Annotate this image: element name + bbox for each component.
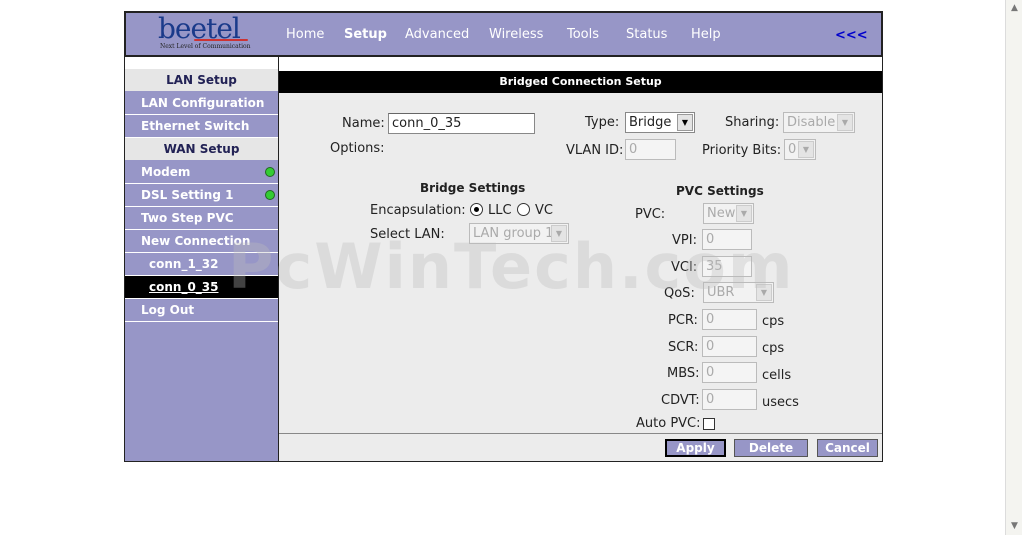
apply-button[interactable]: Apply	[665, 439, 726, 457]
sidebar-item-modem[interactable]: Modem	[125, 161, 278, 184]
scr-input[interactable]: 0	[702, 336, 757, 357]
sidebar-item-dsl-label: DSL Setting 1	[141, 188, 234, 202]
logo-swoosh	[194, 39, 248, 41]
sidebar-item-modem-label: Modem	[141, 165, 191, 179]
mbs-unit: cells	[762, 368, 792, 383]
priority-bits-label: Priority Bits:	[702, 143, 782, 158]
vpi-input[interactable]: 0	[702, 229, 752, 250]
vci-input[interactable]: 35	[702, 256, 752, 277]
pvc-label: PVC:	[635, 207, 666, 222]
sidebar-section-wan-setup: WAN Setup	[125, 138, 278, 161]
button-bar: Apply Delete Cancel	[279, 433, 882, 461]
vlan-id-input[interactable]: 0	[625, 139, 676, 160]
pcr-unit: cps	[762, 314, 785, 329]
sidebar-section-lan-setup: LAN Setup	[125, 69, 278, 92]
vlan-id-label: VLAN ID:	[566, 143, 624, 158]
main-panel: Bridged Connection Setup Name: conn_0_35…	[279, 57, 883, 462]
sidebar-item-conn-1-32[interactable]: conn_1_32	[125, 253, 278, 276]
options-label: Options:	[330, 141, 385, 156]
encap-vc-label: VC	[535, 203, 553, 218]
scroll-down-icon[interactable]: ▼	[1008, 520, 1021, 533]
cdvt-unit: usecs	[762, 395, 799, 410]
priority-bits-select[interactable]: 0 ▼	[784, 139, 816, 160]
auto-pvc-label: Auto PVC:	[636, 416, 701, 431]
sidebar: LAN Setup LAN Configuration Ethernet Swi…	[124, 57, 279, 462]
mbs-label: MBS:	[667, 366, 700, 381]
beetel-logo: beetel Next Level of Communication	[158, 14, 258, 54]
scr-label: SCR:	[668, 340, 699, 355]
sidebar-item-ethernet-switch[interactable]: Ethernet Switch	[125, 115, 278, 138]
nav-wireless[interactable]: Wireless	[489, 27, 543, 42]
qos-select-value: UBR	[707, 285, 735, 300]
select-lan-label: Select LAN:	[370, 227, 445, 242]
sidebar-item-two-step-pvc[interactable]: Two Step PVC	[125, 207, 278, 230]
name-input[interactable]: conn_0_35	[388, 113, 535, 134]
pcr-label: PCR:	[668, 313, 698, 328]
nav-status[interactable]: Status	[626, 27, 667, 42]
delete-button[interactable]: Delete	[734, 439, 808, 457]
scr-unit: cps	[762, 341, 785, 356]
encap-vc-radio[interactable]	[517, 203, 530, 216]
chevron-down-icon: ▼	[677, 114, 693, 131]
encap-llc-label: LLC	[488, 203, 512, 218]
cdvt-label: CDVT:	[661, 393, 700, 408]
priority-bits-value: 0	[788, 142, 797, 157]
encap-llc-radio[interactable]	[470, 203, 483, 216]
sharing-select[interactable]: Disable ▼	[783, 112, 855, 133]
encapsulation-label: Encapsulation:	[370, 203, 466, 218]
chevron-down-icon: ▼	[798, 141, 814, 158]
vci-label: VCI:	[671, 260, 698, 275]
sharing-select-value: Disable	[787, 115, 836, 130]
select-lan-select[interactable]: LAN group 1 ▼	[469, 223, 569, 244]
type-label: Type:	[585, 115, 620, 130]
pvc-select-value: New	[707, 206, 736, 221]
page-title: Bridged Connection Setup	[279, 71, 882, 93]
cancel-button[interactable]: Cancel	[817, 439, 878, 457]
mbs-input[interactable]: 0	[702, 362, 757, 383]
pcr-input[interactable]: 0	[702, 309, 757, 330]
pvc-settings-heading: PVC Settings	[676, 184, 764, 198]
vpi-label: VPI:	[672, 233, 697, 248]
name-label: Name:	[342, 116, 385, 131]
sharing-label: Sharing:	[725, 115, 780, 130]
select-lan-value: LAN group 1	[473, 226, 554, 241]
vertical-scrollbar[interactable]: ▲ ▼	[1005, 0, 1022, 535]
chevron-down-icon: ▼	[756, 284, 772, 301]
sidebar-item-log-out[interactable]: Log Out	[125, 299, 278, 322]
pvc-select[interactable]: New ▼	[703, 203, 754, 224]
nav-setup[interactable]: Setup	[344, 27, 387, 42]
nav-home[interactable]: Home	[286, 27, 324, 42]
back-link[interactable]: <<<	[835, 28, 868, 43]
type-select[interactable]: Bridge ▼	[625, 112, 695, 133]
qos-label: QoS:	[664, 286, 695, 301]
chevron-down-icon: ▼	[736, 205, 752, 222]
scroll-up-icon[interactable]: ▲	[1008, 2, 1021, 15]
nav-advanced[interactable]: Advanced	[405, 27, 469, 42]
nav-help[interactable]: Help	[691, 27, 721, 42]
sidebar-item-new-connection[interactable]: New Connection	[125, 230, 278, 253]
bridge-settings-heading: Bridge Settings	[420, 181, 526, 195]
auto-pvc-checkbox[interactable]	[703, 418, 715, 430]
type-select-value: Bridge	[629, 115, 672, 130]
status-dot-icon	[265, 190, 275, 200]
sidebar-item-lan-configuration[interactable]: LAN Configuration	[125, 92, 278, 115]
logo-tagline: Next Level of Communication	[160, 43, 251, 50]
sidebar-item-conn-0-35[interactable]: conn_0_35	[125, 276, 278, 299]
nav-tools[interactable]: Tools	[567, 27, 599, 42]
sidebar-item-dsl-setting[interactable]: DSL Setting 1	[125, 184, 278, 207]
chevron-down-icon: ▼	[551, 225, 567, 242]
qos-select[interactable]: UBR ▼	[703, 282, 774, 303]
top-header: beetel Next Level of Communication Home …	[124, 11, 883, 57]
cdvt-input[interactable]: 0	[702, 389, 757, 410]
status-dot-icon	[265, 167, 275, 177]
browser-viewport: beetel Next Level of Communication Home …	[0, 0, 1022, 535]
chevron-down-icon: ▼	[837, 114, 853, 131]
